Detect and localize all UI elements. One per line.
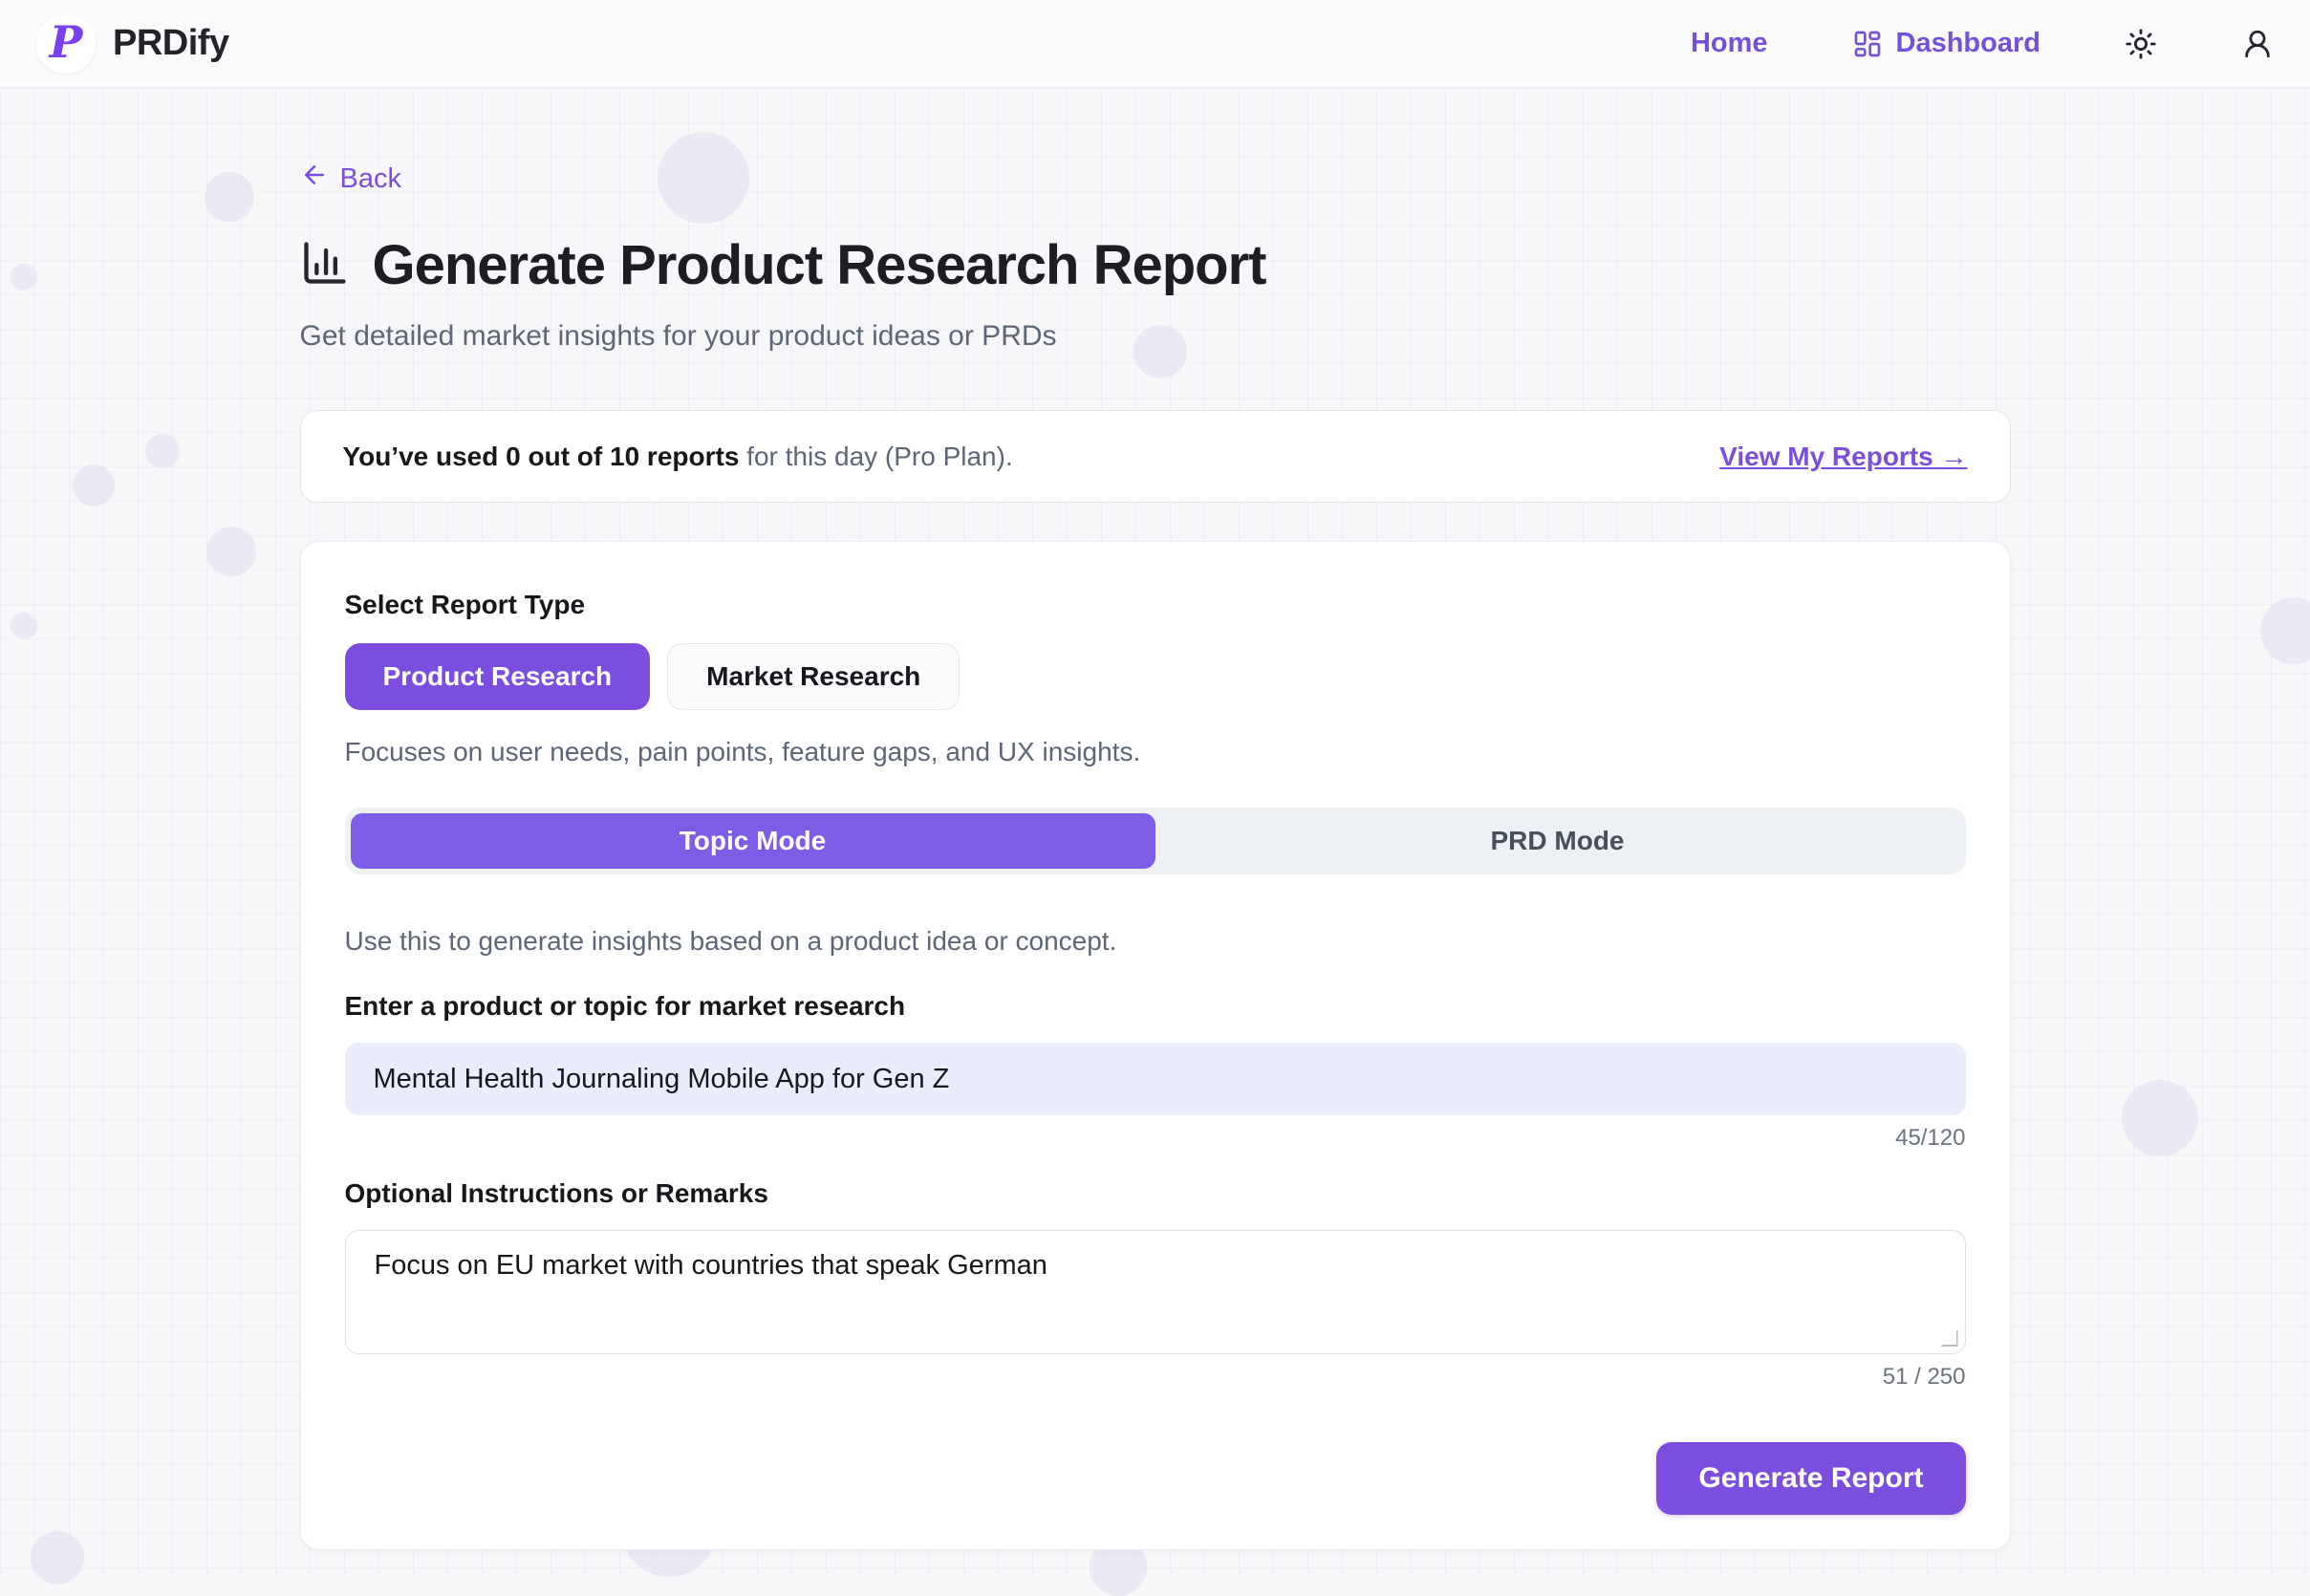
navbar: P PRDify Home Dashboard bbox=[0, 0, 2310, 88]
background-circle bbox=[11, 264, 37, 291]
page-subtitle: Get detailed market insights for your pr… bbox=[300, 320, 2011, 353]
home-label: Home bbox=[1691, 28, 1768, 59]
background-circle bbox=[73, 464, 115, 507]
topic-input[interactable] bbox=[345, 1043, 1966, 1115]
background-circle bbox=[145, 434, 180, 468]
remarks-counter: 51 / 250 bbox=[345, 1364, 1966, 1391]
background-circle bbox=[11, 613, 37, 639]
report-type-market-button[interactable]: Market Research bbox=[667, 643, 960, 710]
generate-report-button[interactable]: Generate Report bbox=[1656, 1442, 1965, 1515]
brand-group: P PRDify bbox=[36, 14, 229, 74]
remarks-field: Focus on EU market with countries that s… bbox=[345, 1230, 1966, 1354]
mode-prd-segment[interactable]: PRD Mode bbox=[1155, 813, 1960, 869]
background-circle bbox=[206, 527, 256, 576]
topic-label: Enter a product or topic for market rese… bbox=[345, 991, 1966, 1022]
page-title: Generate Product Research Report bbox=[373, 233, 1266, 297]
back-link[interactable]: Back bbox=[300, 161, 401, 197]
nav-link-home[interactable]: Home bbox=[1691, 28, 1768, 59]
report-type-description: Focuses on user needs, pain points, feat… bbox=[345, 737, 1966, 767]
topic-counter: 45/120 bbox=[345, 1125, 1966, 1152]
bar-chart-icon bbox=[300, 238, 350, 292]
report-form-card: Select Report Type Product Research Mark… bbox=[300, 541, 2011, 1550]
user-menu-button[interactable] bbox=[2241, 28, 2274, 60]
sun-icon bbox=[2125, 28, 2157, 60]
dashboard-icon bbox=[1852, 29, 1883, 59]
mode-topic-segment[interactable]: Topic Mode bbox=[351, 813, 1155, 869]
app-logo: P bbox=[36, 14, 96, 74]
remarks-label: Optional Instructions or Remarks bbox=[345, 1178, 1966, 1209]
submit-row: Generate Report bbox=[345, 1442, 1966, 1515]
report-type-label: Select Report Type bbox=[345, 590, 1966, 620]
background-circle bbox=[2122, 1080, 2198, 1156]
user-icon bbox=[2241, 28, 2274, 60]
report-type-options: Product Research Market Research bbox=[345, 643, 1966, 710]
background-circle bbox=[205, 172, 254, 222]
page-header: Generate Product Research Report bbox=[300, 233, 2011, 297]
usage-count-text: You’ve used 0 out of 10 reports bbox=[343, 442, 740, 471]
remarks-textarea[interactable]: Focus on EU market with countries that s… bbox=[345, 1230, 1966, 1354]
nav-link-dashboard[interactable]: Dashboard bbox=[1852, 28, 2040, 59]
logo-letter: P bbox=[50, 20, 83, 64]
mode-toggle: Topic Mode PRD Mode bbox=[345, 808, 1966, 874]
main-content: Back Generate Product Research Report Ge… bbox=[300, 88, 2011, 1550]
mode-description: Use this to generate insights based on a… bbox=[345, 926, 1966, 957]
report-type-product-button[interactable]: Product Research bbox=[345, 643, 651, 710]
usage-banner: You’ve used 0 out of 10 reports for this… bbox=[300, 410, 2011, 503]
theme-toggle-button[interactable] bbox=[2125, 28, 2157, 60]
dashboard-label: Dashboard bbox=[1896, 28, 2040, 59]
view-my-reports-link[interactable]: View My Reports → bbox=[1719, 442, 1967, 472]
nav-links: Home Dashboard bbox=[1691, 28, 2274, 60]
background-circle bbox=[31, 1531, 84, 1585]
background-circle bbox=[2260, 597, 2310, 664]
usage-plan-text: for this day (Pro Plan). bbox=[739, 442, 1012, 471]
brand-name: PRDify bbox=[113, 23, 229, 64]
usage-text: You’ve used 0 out of 10 reports for this… bbox=[343, 442, 1013, 472]
back-label: Back bbox=[340, 163, 401, 195]
arrow-left-icon bbox=[300, 161, 329, 197]
